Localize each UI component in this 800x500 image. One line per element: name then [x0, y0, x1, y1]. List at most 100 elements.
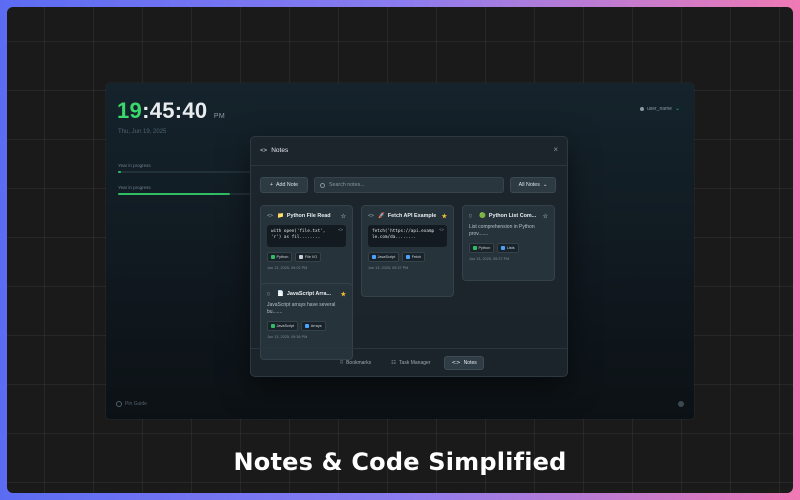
search-field[interactable] — [314, 177, 504, 193]
progress-fill-2 — [118, 193, 230, 195]
note-card-header: ▢ 📄 JavaScript Arra... ★ — [267, 290, 346, 298]
code-icon: <> — [451, 359, 461, 366]
note-tags: JavaScript Arrays — [267, 321, 346, 331]
task-icon: ☷ — [391, 359, 397, 366]
note-date: Jun 13, 2025, 09:02 PM — [267, 266, 308, 270]
code-icon: <> — [260, 147, 268, 154]
progress-label-2: Year in progress — [118, 185, 151, 190]
notes-toolbar: + Add Note All Notes ⌄ — [260, 177, 556, 193]
code-snippet: with open('file.txt','r') as fil........… — [267, 225, 346, 247]
note-tags: Python Lists — [469, 243, 548, 253]
tag-icon — [305, 324, 309, 328]
text-note-icon: ▢ — [267, 291, 271, 297]
clock-minutes-seconds: :45:40 — [142, 98, 208, 123]
note-title: JavaScript Arra... — [286, 291, 332, 297]
clock-suffix: PM — [213, 113, 226, 120]
note-preview-text: List comprehension in Python prov....... — [469, 224, 535, 237]
note-card[interactable]: ▢ 🟢 Python List Com... ☆ List comprehension … — [462, 205, 555, 281]
tag-badge[interactable]: JavaScript — [368, 252, 400, 262]
nav-task-manager[interactable]: ☷ Task Manager — [385, 357, 436, 369]
nav-label: Bookmarks — [346, 359, 372, 366]
tag-icon — [299, 255, 303, 259]
nav-notes[interactable]: <> Notes — [444, 355, 484, 370]
tag-label: File I/O — [304, 255, 318, 259]
tag-badge[interactable]: Lists — [497, 243, 519, 253]
tag-badge[interactable]: Python — [267, 252, 293, 262]
tag-icon — [406, 255, 410, 259]
copy-code-icon[interactable]: <> — [338, 227, 343, 233]
star-icon[interactable]: ☆ — [543, 213, 548, 220]
note-title: Python List Com... — [488, 213, 537, 219]
modal-header: <> Notes × — [251, 137, 567, 166]
clock-hours: 19 — [117, 98, 143, 123]
tag-icon — [271, 324, 275, 328]
tag-badge[interactable]: Fetch — [402, 252, 426, 262]
chevron-down-icon: ⌄ — [542, 182, 548, 188]
note-date: Jun 13, 2025, 09:27 PM — [469, 257, 510, 261]
tag-label: Python — [478, 246, 491, 250]
chevron-down-icon: ⌄ — [674, 106, 680, 112]
note-date: Jun 13, 2025, 09:36 PM — [267, 335, 308, 339]
pin-guide-label: Pin Guide — [125, 401, 147, 407]
note-emoji-icon: 📁 — [277, 213, 284, 219]
note-tags: JavaScript Fetch — [368, 252, 447, 262]
filter-label: All Notes — [518, 182, 540, 188]
note-card[interactable]: <> 🚀 Fetch API Example ★ fetch('https://api.… — [361, 205, 454, 297]
tag-badge[interactable]: Python — [469, 243, 495, 253]
tag-label: Lists — [506, 246, 515, 250]
stage-background: 19:45:40 PM Thu, Jun 19, 2025 Year in pr… — [7, 7, 793, 493]
gear-icon — [116, 401, 122, 407]
plus-icon: + — [269, 182, 273, 188]
tag-badge[interactable]: File I/O — [295, 252, 322, 262]
progress-bar-1 — [118, 171, 258, 173]
nav-label: Task Manager — [399, 359, 431, 366]
date-label: Thu, Jun 19, 2025 — [118, 129, 167, 135]
user-menu[interactable]: user_name ⌄ — [639, 105, 680, 112]
note-card-header: <> 📁 Python File Read ☆ — [267, 212, 346, 220]
tag-icon — [473, 246, 477, 250]
copy-code-icon[interactable]: <> — [439, 227, 444, 233]
star-icon[interactable]: ☆ — [341, 213, 346, 220]
note-card-header: <> 🚀 Fetch API Example ★ — [368, 212, 447, 220]
star-icon[interactable]: ★ — [442, 213, 447, 220]
modal-title: <> Notes — [260, 147, 288, 154]
filter-dropdown[interactable]: All Notes ⌄ — [510, 177, 556, 193]
pin-guide-button[interactable]: Pin Guide — [116, 401, 147, 407]
clock: 19:45:40 PM — [117, 98, 225, 124]
tag-label: JavaScript — [276, 324, 295, 328]
note-preview-text: JavaScript arrays have several bu....... — [267, 302, 336, 315]
user-icon — [639, 106, 644, 111]
tag-icon — [271, 255, 275, 259]
search-input[interactable] — [329, 182, 479, 188]
tag-icon — [372, 255, 376, 259]
add-note-label: Add Note — [276, 182, 299, 188]
notes-modal: <> Notes × + Add Note All Notes ⌄ <>📁Pyt… — [250, 136, 568, 377]
code-snippet: fetch('https://api.examp le.com/da.......… — [368, 225, 447, 247]
modal-title-text: Notes — [271, 147, 289, 154]
code-line: le.com/da........ — [372, 235, 416, 240]
note-card-header: ▢ 🟢 Python List Com... ☆ — [469, 212, 548, 220]
add-note-button[interactable]: + Add Note — [260, 177, 308, 193]
tag-label: Fetch — [411, 255, 422, 259]
star-icon[interactable]: ★ — [341, 291, 346, 298]
note-date: Jun 13, 2025, 09:37 PM — [368, 266, 409, 270]
close-icon[interactable]: × — [553, 145, 558, 154]
user-name: user_name — [646, 105, 672, 112]
tag-icon — [501, 246, 505, 250]
tag-badge[interactable]: JavaScript — [267, 321, 299, 331]
note-title: Python File Read — [286, 213, 331, 219]
tagline: Notes & Code Simplified — [233, 448, 567, 476]
note-emoji-icon: 🟢 — [479, 213, 486, 219]
note-emoji-icon: 🚀 — [378, 213, 385, 219]
tag-label: Python — [276, 255, 289, 259]
code-icon: <> — [368, 213, 375, 219]
nav-bookmarks[interactable]: ⌑ Bookmarks — [334, 357, 377, 369]
code-icon: <> — [267, 213, 274, 219]
progress-label-1: Year in progress — [118, 163, 151, 168]
tag-badge[interactable]: Arrays — [301, 321, 326, 331]
settings-icon[interactable] — [678, 401, 684, 407]
modal-footer-nav: ⌑ Bookmarks ☷ Task Manager <> Notes — [251, 348, 567, 376]
note-tags: Python File I/O — [267, 252, 346, 262]
note-title: Fetch API Example — [387, 213, 437, 219]
bookmark-icon: ⌑ — [340, 359, 344, 366]
